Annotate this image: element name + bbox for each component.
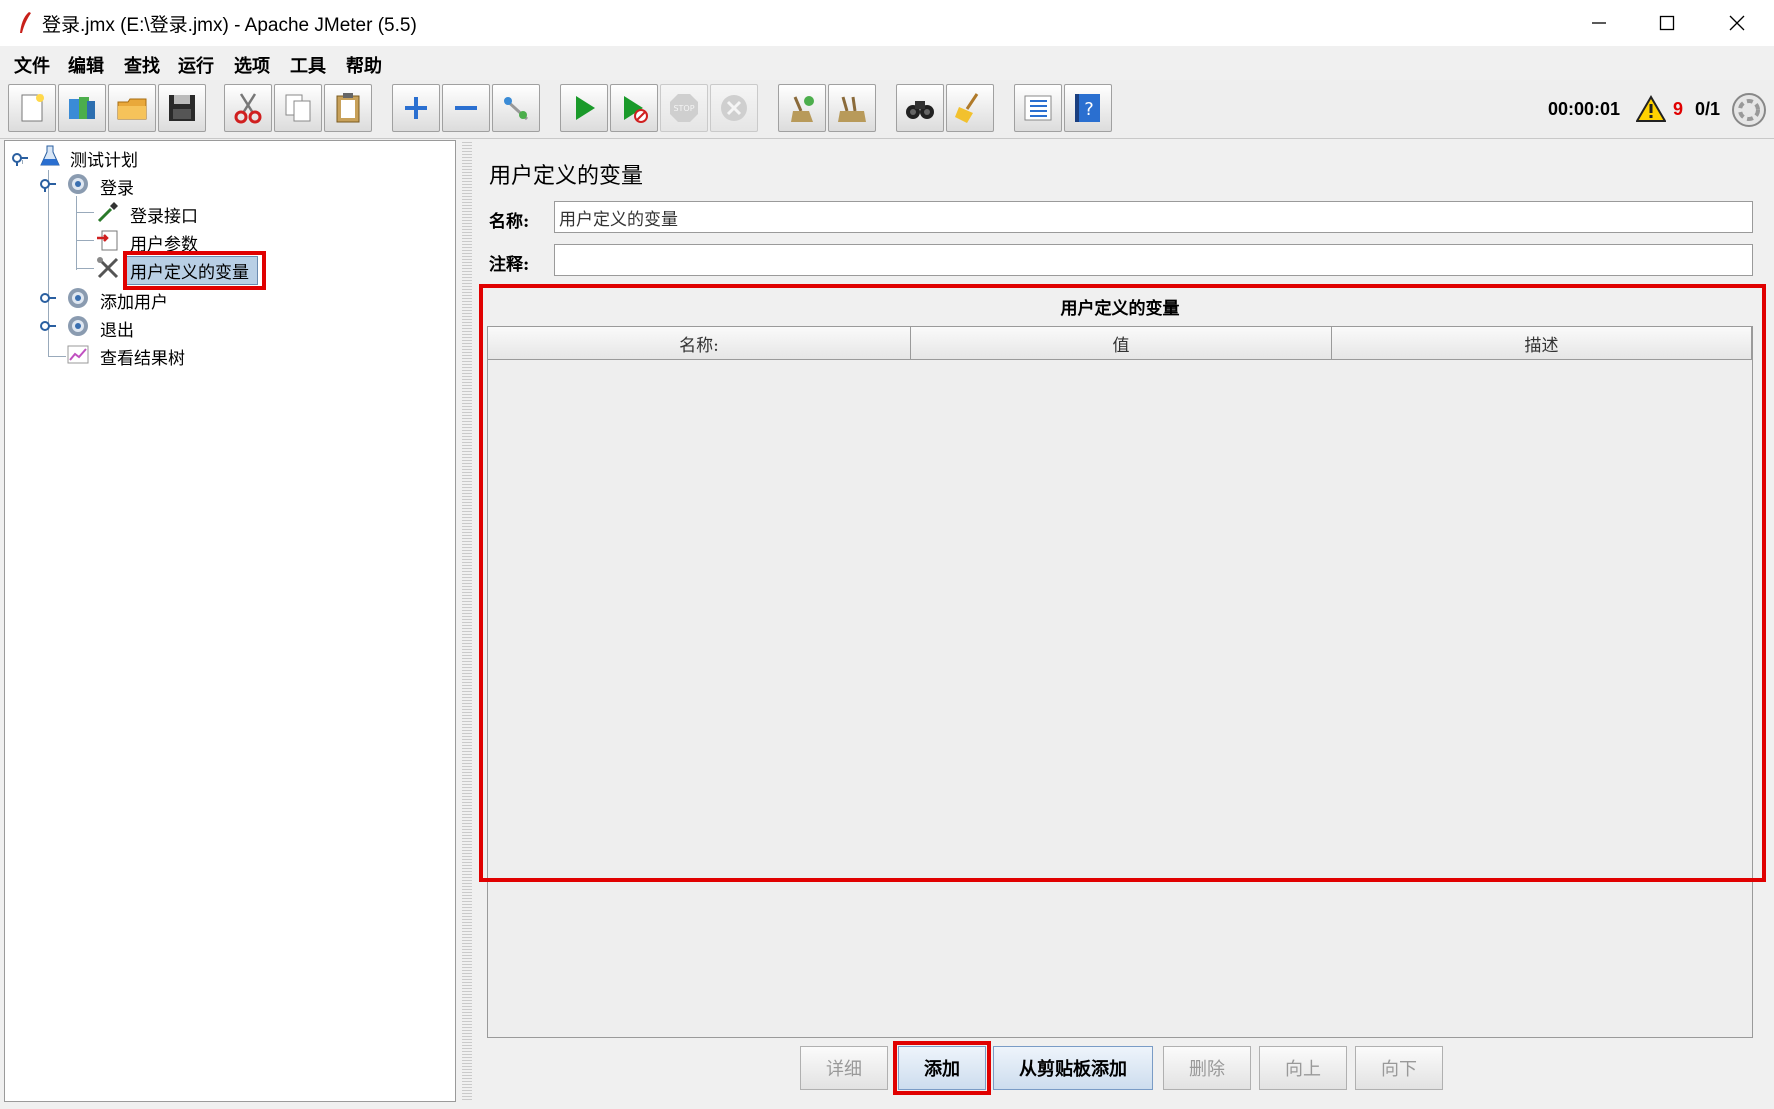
templates-icon [69,97,95,119]
menu-file[interactable]: 文件 [14,52,50,78]
help-button[interactable]: ? [1064,84,1112,132]
menu-edit[interactable]: 编辑 [68,52,104,78]
elapsed-timer: 00:00:01 [1548,99,1621,119]
minus-icon [455,106,477,110]
comment-label: 注释: [489,255,530,275]
save-disk-icon [169,95,195,121]
toggle-button[interactable] [492,84,540,132]
clear-all-button[interactable] [828,84,876,132]
reset-broom-icon [955,93,979,123]
warning-icon[interactable] [1636,95,1666,123]
minimize-button[interactable] [1564,0,1634,46]
page-title: 用户定义的变量 [489,164,644,189]
tree-item-test-plan[interactable]: 测试计划 [70,146,138,171]
tree-item-view-results-tree[interactable]: 查看结果树 [100,344,185,369]
thread-group-gear-icon [68,288,88,308]
add-from-clipboard-button[interactable]: 从剪贴板添加 [993,1046,1153,1090]
tree-item-add-user[interactable]: 添加用户 [100,288,168,313]
svg-text:?: ? [1084,99,1094,120]
collapse-handle-icon[interactable] [40,176,58,192]
highlight-box-add-button [893,1041,991,1095]
plus-icon [405,97,427,119]
clear-all-broom-icon [838,96,866,122]
expand-handle-icon[interactable] [40,290,58,306]
config-tools-icon [97,257,119,279]
new-file-icon [21,94,44,122]
function-helper-button[interactable] [1014,84,1062,132]
listener-chart-icon [67,345,89,364]
start-no-pauses-button[interactable] [610,84,658,132]
user-parameters-icon [97,230,118,251]
warning-count[interactable]: 9 [1673,99,1683,120]
tree-item-login[interactable]: 登录 [100,174,134,199]
jmeter-feather-icon [20,12,31,33]
test-plan-flask-icon [40,145,60,166]
move-up-button[interactable]: 向上 [1259,1046,1347,1090]
menu-options[interactable]: 选项 [234,52,270,78]
shutdown-icon [721,95,747,121]
play-no-pause-icon [624,96,648,123]
copy-icon [285,94,311,122]
binoculars-icon [906,101,934,119]
maximize-icon [1659,15,1675,31]
open-folder-icon [117,98,147,120]
thread-group-gear-icon [68,316,88,336]
menu-run[interactable]: 运行 [178,52,214,78]
clear-broom-icon [791,96,814,122]
templates-button[interactable] [58,84,106,132]
paste-clipboard-icon [336,93,360,123]
highlight-box-table [479,284,1766,882]
maximize-button[interactable] [1632,0,1702,46]
help-book-icon: ? [1075,94,1100,122]
tree-line [76,196,77,270]
active-threads: 0/1 [1695,99,1721,119]
window-title: 登录.jmx (E:\登录.jmx) - Apache JMeter (5.5) [42,15,417,36]
open-button[interactable] [108,84,156,132]
thread-group-gear-icon [68,174,88,194]
shutdown-button[interactable] [710,84,758,132]
paste-button[interactable] [324,84,372,132]
reset-search-button[interactable] [946,84,994,132]
minimize-icon [1592,22,1606,24]
close-button[interactable] [1702,0,1772,46]
cut-button[interactable] [224,84,272,132]
menu-search[interactable]: 查找 [124,52,160,78]
new-button[interactable] [8,84,56,132]
tree-item-logout[interactable]: 退出 [100,316,134,341]
http-sampler-pipette-icon [97,202,118,223]
function-list-icon [1024,95,1052,121]
copy-button[interactable] [274,84,322,132]
stop-icon: STOP [670,94,698,122]
move-down-button[interactable]: 向下 [1355,1046,1443,1090]
run-status-icon [1732,93,1766,127]
highlight-box-tree-selection [123,251,266,290]
collapse-handle-icon[interactable] [12,150,30,166]
expand-handle-icon[interactable] [40,318,58,334]
menu-help[interactable]: 帮助 [346,52,382,78]
play-icon [576,96,595,120]
save-button[interactable] [158,84,206,132]
comment-field[interactable] [554,244,1753,276]
name-label: 名称: [489,212,530,232]
stop-button[interactable]: STOP [660,84,708,132]
name-field[interactable] [554,201,1753,233]
split-pane-divider[interactable] [462,140,472,1102]
scissors-icon [234,93,262,124]
toggle-wand-icon [503,97,529,121]
close-icon [1729,15,1745,31]
delete-button[interactable]: 删除 [1163,1046,1251,1090]
menu-tools[interactable]: 工具 [290,52,326,78]
start-button[interactable] [560,84,608,132]
collapse-all-button[interactable] [442,84,490,132]
search-button[interactable] [896,84,944,132]
clear-button[interactable] [778,84,826,132]
detail-button[interactable]: 详细 [800,1046,888,1090]
expand-all-button[interactable] [392,84,440,132]
svg-text:STOP: STOP [673,104,694,113]
tree-item-login-api[interactable]: 登录接口 [130,202,198,227]
